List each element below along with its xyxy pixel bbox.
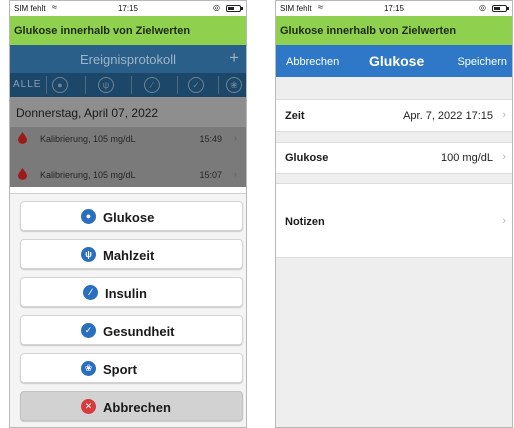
sport-action-button[interactable]: ❀ Sport [20, 353, 243, 383]
time-row[interactable]: Zeit Apr. 7, 2022 17:15 › [276, 99, 512, 132]
gesundheit-action-button[interactable]: ✓ Gesundheit [20, 315, 243, 345]
time-label: Zeit [285, 110, 305, 122]
page-title: Ereignisprotokoll [79, 52, 177, 67]
log-entry-time: 15:49 [199, 134, 222, 144]
calibration-drop-icon [18, 132, 27, 144]
chevron-right-icon: › [502, 151, 506, 163]
glucose-drop-icon: ● [81, 209, 96, 224]
log-entry-label: Kalibrierung, 105 mg/dL [40, 170, 136, 180]
log-spacer [10, 151, 246, 163]
save-button[interactable]: Speichern [457, 56, 507, 68]
battery-icon [492, 5, 509, 12]
glucose-navbar: Abbrechen Glukose Speichern [276, 45, 512, 77]
action-label: Sport [103, 362, 137, 377]
divider [131, 76, 132, 94]
glukose-action-button[interactable]: ● Glukose [20, 201, 243, 231]
glucose-value: 100 mg/dL [441, 152, 493, 164]
mahlzeit-action-button[interactable]: ψ Mahlzeit [20, 239, 243, 269]
add-event-button[interactable]: + [229, 48, 239, 68]
filter-sport-icon[interactable]: ❀ [226, 77, 242, 93]
action-label: Glukose [103, 210, 155, 225]
chevron-right-icon: › [502, 215, 506, 227]
filter-health-icon[interactable]: ✓ [188, 77, 204, 93]
event-filter-bar: ALLE ● ψ ∕ ✓ ❀ [10, 73, 246, 97]
calibration-drop-icon [18, 168, 27, 180]
cancel-button[interactable]: Abbrechen [286, 56, 339, 68]
chevron-right-icon: › [234, 133, 237, 143]
filter-all-tab[interactable]: ALLE [13, 79, 41, 90]
action-label: Insulin [105, 286, 147, 301]
date-header: Donnerstag, April 07, 2022 [10, 97, 246, 127]
action-label: Abbrechen [103, 400, 171, 415]
clock: 17:15 [117, 4, 139, 13]
action-label: Gesundheit [103, 324, 175, 339]
glucose-status-banner: Glukose innerhalb von Zielwerten [276, 16, 512, 45]
rotation-lock-icon: ◎ [479, 3, 486, 12]
notes-row[interactable]: Notizen › [276, 183, 512, 258]
log-entry[interactable]: Kalibrierung, 105 mg/dL 15:07 › [10, 163, 246, 187]
log-entry[interactable]: Kalibrierung, 105 mg/dL 15:49 › [10, 127, 246, 151]
glucose-row[interactable]: Glukose 100 mg/dL › [276, 142, 512, 174]
cancel-x-icon: ✕ [81, 399, 96, 414]
status-bar: SIM fehlt ≈ 17:15 ◎ [10, 1, 246, 16]
filter-glucose-icon[interactable]: ● [52, 77, 68, 93]
sport-runner-icon: ❀ [81, 361, 96, 376]
battery-icon [226, 5, 243, 12]
filter-meal-icon[interactable]: ψ [98, 77, 114, 93]
glucose-status-banner: Glukose innerhalb von Zielwerten [10, 16, 246, 45]
insulin-pen-icon: ∕ [83, 285, 98, 300]
clock: 17:15 [383, 4, 405, 13]
glucose-label: Glukose [285, 152, 329, 164]
divider [177, 76, 178, 94]
status-bar: SIM fehlt ≈ 17:15 ◎ [276, 1, 512, 16]
event-log-screen: SIM fehlt ≈ 17:15 ◎ Glukose innerhalb vo… [9, 0, 247, 428]
time-value: Apr. 7, 2022 17:15 [403, 110, 493, 122]
notes-label: Notizen [285, 216, 325, 228]
divider [218, 76, 219, 94]
log-entry-time: 15:07 [199, 170, 222, 180]
add-event-action-sheet: ● Glukose ψ Mahlzeit ∕ Insulin ✓ Gesundh… [10, 193, 246, 427]
health-check-icon: ✓ [81, 323, 96, 338]
divider [46, 76, 47, 94]
filter-insulin-icon[interactable]: ∕ [144, 77, 160, 93]
rotation-lock-icon: ◎ [213, 3, 220, 12]
event-log-navbar: Ereignisprotokoll + [10, 45, 246, 73]
abbrechen-action-button[interactable]: ✕ Abbrechen [20, 391, 243, 421]
log-entry-label: Kalibrierung, 105 mg/dL [40, 134, 136, 144]
glucose-entry-screen: SIM fehlt ≈ 17:15 ◎ Glukose innerhalb vo… [275, 0, 513, 428]
action-label: Mahlzeit [103, 248, 155, 263]
chevron-right-icon: › [502, 109, 506, 121]
chevron-right-icon: › [234, 169, 237, 179]
insulin-action-button[interactable]: ∕ Insulin [20, 277, 243, 307]
meal-icon: ψ [81, 247, 96, 262]
page-title: Glukose [369, 53, 425, 69]
divider [85, 76, 86, 94]
